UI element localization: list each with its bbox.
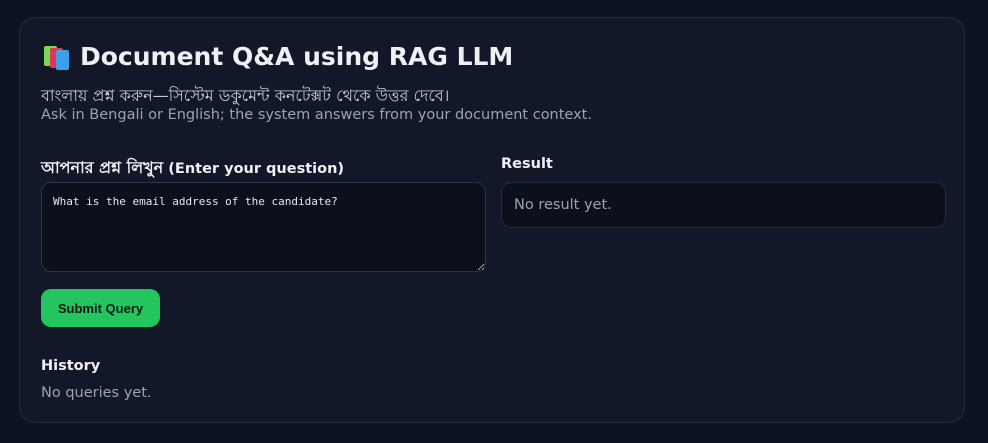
question-input[interactable]: What is the email address of the candida… [41,182,486,272]
main-card: Document Q&A using RAG LLM বাংলায় প্রশ্… [19,17,965,423]
subtitle-english: Ask in Bengali or English; the system an… [41,107,592,123]
result-box: No result yet. [501,182,946,228]
history-empty-text: No queries yet. [41,385,152,401]
result-label: Result [501,156,553,172]
page-title: Document Q&A using RAG LLM [42,42,513,71]
question-label-bengali: আপনার প্রশ্ন লিখুন [41,158,164,177]
title-text: Document Q&A using RAG LLM [80,42,514,71]
books-icon [42,44,70,70]
submit-query-button[interactable]: Submit Query [41,289,160,327]
result-text: No result yet. [514,197,612,213]
question-label: আপনার প্রশ্ন লিখুন (Enter your question) [41,155,344,182]
subtitle-bengali: বাংলায় প্রশ্ন করুন—সিস্টেম ডকুমেন্ট কনট… [41,86,450,105]
history-heading: History [41,358,101,374]
question-label-english: (Enter your question) [168,161,345,177]
